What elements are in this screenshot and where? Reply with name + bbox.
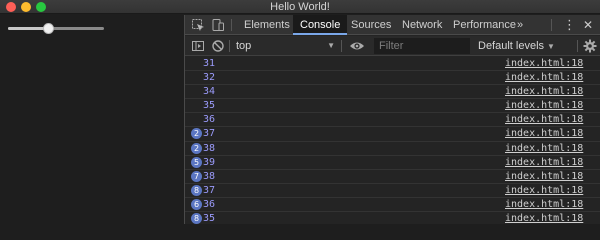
console-value: 36 xyxy=(203,114,216,126)
console-row: 8 35 index.html:18 xyxy=(185,212,600,224)
source-link[interactable]: index.html:18 xyxy=(505,212,583,224)
source-link[interactable]: index.html:18 xyxy=(505,71,583,85)
devtools-panel: Elements Console Sources Network Performance… xyxy=(184,15,600,224)
range-slider[interactable] xyxy=(8,27,104,30)
chevron-down-icon: ▼ xyxy=(547,42,555,51)
window-title: Hello World! xyxy=(270,1,330,13)
console-value: 35 xyxy=(203,100,216,112)
console-value: 37 xyxy=(203,128,216,140)
eye-icon[interactable] xyxy=(349,39,364,53)
customize-menu-icon[interactable]: ⋮ xyxy=(563,15,576,35)
repeat-count-badge: 2 xyxy=(191,128,202,140)
log-levels-label: Default levels xyxy=(478,40,545,52)
console-toolbar: top ▼ Default levels▼ xyxy=(185,36,600,56)
slider-fill xyxy=(8,27,49,30)
console-row: 32 index.html:18 xyxy=(185,71,600,86)
source-link[interactable]: index.html:18 xyxy=(505,142,583,156)
console-value: 34 xyxy=(203,86,216,98)
tabbar-separator xyxy=(231,19,232,31)
console-value: 39 xyxy=(203,156,216,168)
app-content xyxy=(0,15,184,224)
console-row: 8 37 index.html:18 xyxy=(185,184,600,198)
console-row: 5 39 index.html:18 xyxy=(185,156,600,170)
log-levels-select[interactable]: Default levels ▼ xyxy=(478,38,555,54)
sidebar-toggle-icon[interactable] xyxy=(191,39,205,53)
console-row: 7 38 index.html:18 xyxy=(185,170,600,184)
clear-console-icon[interactable] xyxy=(211,39,225,53)
console-row: 6 36 index.html:18 xyxy=(185,198,600,213)
tab-network[interactable]: Network xyxy=(395,15,449,35)
console-value: 38 xyxy=(203,170,216,182)
console-row: 34 index.html:18 xyxy=(185,85,600,100)
console-row: 36 index.html:18 xyxy=(185,113,600,128)
console-value: 37 xyxy=(203,184,216,196)
repeat-count-badge: 2 xyxy=(191,142,202,154)
window-titlebar: Hello World! xyxy=(0,0,600,14)
toolbar-separator xyxy=(577,40,578,52)
tab-performance[interactable]: Performance xyxy=(446,15,523,35)
console-value: 32 xyxy=(203,72,216,84)
inspect-element-icon[interactable] xyxy=(191,18,205,32)
source-link[interactable]: index.html:18 xyxy=(505,156,583,170)
console-value: 36 xyxy=(203,198,216,210)
source-link[interactable]: index.html:18 xyxy=(505,170,583,184)
tab-sources[interactable]: Sources xyxy=(344,15,398,35)
console-row: 2 38 index.html:18 xyxy=(185,142,600,156)
console-row: 35 index.html:18 xyxy=(185,99,600,114)
console-output: 31 index.html:18 32 index.html:18 34 index.ht… xyxy=(185,57,600,224)
context-select[interactable]: top ▼ xyxy=(232,38,337,54)
gear-icon[interactable] xyxy=(583,39,597,53)
toolbar-separator xyxy=(229,40,230,52)
source-link[interactable]: index.html:18 xyxy=(505,198,583,212)
close-devtools-icon[interactable]: ✕ xyxy=(583,15,593,35)
repeat-count-badge: 7 xyxy=(191,170,202,182)
more-tabs-icon[interactable]: » xyxy=(517,15,523,35)
tabbar-separator xyxy=(551,19,552,31)
filter-input[interactable] xyxy=(374,38,470,54)
toolbar-separator xyxy=(341,40,342,52)
source-link[interactable]: index.html:18 xyxy=(505,85,583,99)
repeat-count-badge: 5 xyxy=(191,156,202,168)
devtools-tabbar: Elements Console Sources Network Performance… xyxy=(185,15,600,35)
console-row: 2 37 index.html:18 xyxy=(185,127,600,142)
console-row: 31 index.html:18 xyxy=(185,57,600,72)
device-toolbar-icon[interactable] xyxy=(211,18,225,32)
console-value: 38 xyxy=(203,142,216,154)
source-link[interactable]: index.html:18 xyxy=(505,57,583,71)
console-value: 31 xyxy=(203,58,216,69)
repeat-count-badge: 8 xyxy=(191,213,202,224)
repeat-count-badge: 6 xyxy=(191,198,202,210)
tab-elements[interactable]: Elements xyxy=(237,15,297,35)
context-value: top xyxy=(236,40,252,52)
source-link[interactable]: index.html:18 xyxy=(505,113,583,127)
source-link[interactable]: index.html:18 xyxy=(505,127,583,141)
source-link[interactable]: index.html:18 xyxy=(505,99,583,113)
slider-thumb[interactable] xyxy=(43,23,55,34)
repeat-count-badge: 8 xyxy=(191,184,202,196)
source-link[interactable]: index.html:18 xyxy=(505,184,583,198)
console-value: 35 xyxy=(203,213,216,224)
tab-console[interactable]: Console xyxy=(293,15,348,35)
chevron-down-icon: ▼ xyxy=(327,41,335,50)
